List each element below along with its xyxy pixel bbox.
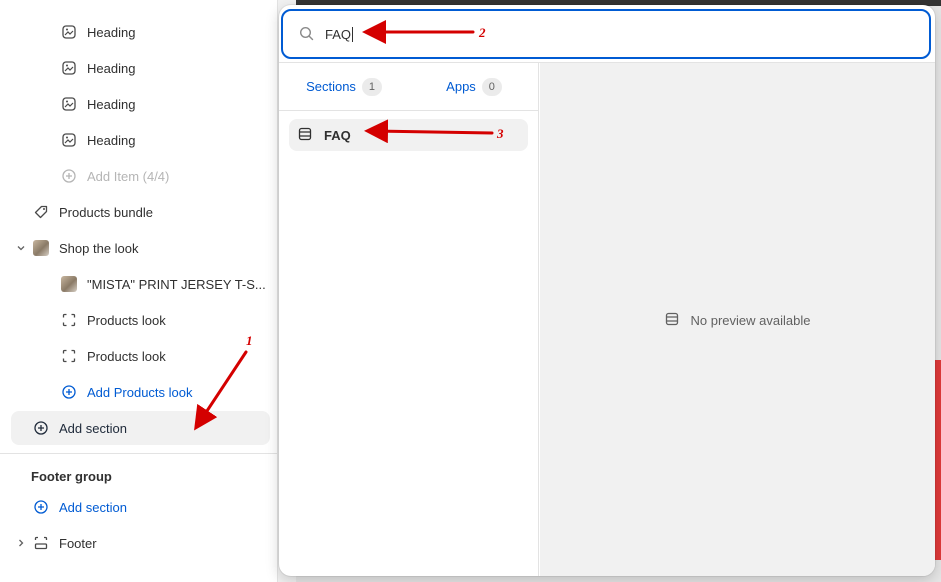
plus-circle-icon — [33, 420, 49, 436]
image-text-icon — [61, 60, 77, 76]
footer-add-section-label: Add section — [59, 499, 127, 515]
footer-add-section-button[interactable]: Add section — [11, 490, 270, 524]
section-preview-pane: No preview available — [540, 63, 935, 576]
sidebar-item-label: "MISTA" PRINT JERSEY T-S... — [87, 276, 266, 292]
sidebar-section-products-bundle[interactable]: Products bundle — [11, 195, 270, 229]
chevron-down-icon[interactable] — [15, 242, 27, 254]
search-icon — [299, 26, 315, 42]
sidebar-item-label: Products look — [87, 312, 166, 328]
image-text-icon — [61, 96, 77, 112]
sidebar-item-label: Heading — [87, 132, 136, 148]
section-list-icon — [665, 312, 681, 328]
footer-layout-icon — [33, 535, 49, 551]
add-item-button[interactable]: Add Item (4/4) — [11, 159, 270, 193]
text-cursor — [352, 26, 354, 42]
add-section-button[interactable]: Add section — [11, 411, 270, 445]
chevron-right-icon[interactable] — [15, 537, 27, 549]
add-section-popover: FAQ Sections 1 Apps 0 FAQ No preview ava… — [279, 5, 935, 576]
tab-count-badge: 0 — [481, 77, 502, 96]
focus-frame-icon — [61, 348, 77, 364]
sidebar-block-heading[interactable]: Heading — [11, 87, 270, 121]
sidebar-item-label: Footer — [59, 535, 97, 551]
sidebar-block-heading[interactable]: Heading — [11, 51, 270, 85]
sidebar-block-heading[interactable]: Heading — [11, 15, 270, 49]
search-value: FAQ — [325, 26, 352, 42]
result-item-faq[interactable]: FAQ — [289, 119, 528, 151]
image-text-icon — [61, 132, 77, 148]
sections-sidebar: Heading Heading Heading Heading Add Item… — [0, 0, 278, 582]
section-list-icon — [298, 127, 314, 143]
focus-frame-icon — [61, 312, 77, 328]
result-tabs: Sections 1 Apps 0 — [279, 63, 539, 111]
add-products-look-button[interactable]: Add Products look — [11, 375, 270, 409]
sidebar-block-heading[interactable]: Heading — [11, 123, 270, 157]
tag-icon — [33, 204, 49, 220]
sidebar-item-label: Heading — [87, 96, 136, 112]
image-text-icon — [61, 24, 77, 40]
tab-apps[interactable]: Apps 0 — [409, 63, 539, 110]
group-divider — [0, 453, 278, 454]
section-search-input[interactable]: FAQ — [281, 9, 931, 59]
sidebar-block-products-look[interactable]: Products look — [11, 303, 270, 337]
footer-group-title: Footer group — [31, 469, 112, 484]
sidebar-item-label: Products look — [87, 348, 166, 364]
sidebar-item-label: Heading — [87, 24, 136, 40]
plus-circle-icon — [33, 499, 49, 515]
result-label: FAQ — [324, 127, 351, 143]
sidebar-block-products-look[interactable]: Products look — [11, 339, 270, 373]
plus-circle-icon — [61, 384, 77, 400]
sidebar-section-footer[interactable]: Footer — [11, 526, 270, 560]
popover-body: Sections 1 Apps 0 FAQ No preview availab… — [279, 62, 935, 576]
add-item-label: Add Item (4/4) — [87, 168, 170, 184]
sidebar-section-shop-the-look[interactable]: Shop the look — [11, 231, 270, 265]
tab-label: Apps — [446, 79, 476, 94]
tab-label: Sections — [306, 79, 356, 94]
add-section-label: Add section — [59, 420, 127, 436]
product-thumbnail — [33, 240, 49, 256]
sidebar-item-label: Heading — [87, 60, 136, 76]
product-thumbnail — [61, 276, 77, 292]
results-pane: Sections 1 Apps 0 FAQ — [279, 63, 539, 576]
add-products-look-label: Add Products look — [87, 384, 193, 400]
tab-count-badge: 1 — [361, 77, 382, 96]
sidebar-block-product[interactable]: "MISTA" PRINT JERSEY T-S... — [11, 267, 270, 301]
plus-circle-icon — [61, 168, 77, 184]
sidebar-item-label: Products bundle — [59, 204, 153, 220]
tab-sections[interactable]: Sections 1 — [279, 63, 409, 110]
sidebar-item-label: Shop the look — [59, 240, 139, 256]
no-preview-text: No preview available — [690, 312, 811, 328]
